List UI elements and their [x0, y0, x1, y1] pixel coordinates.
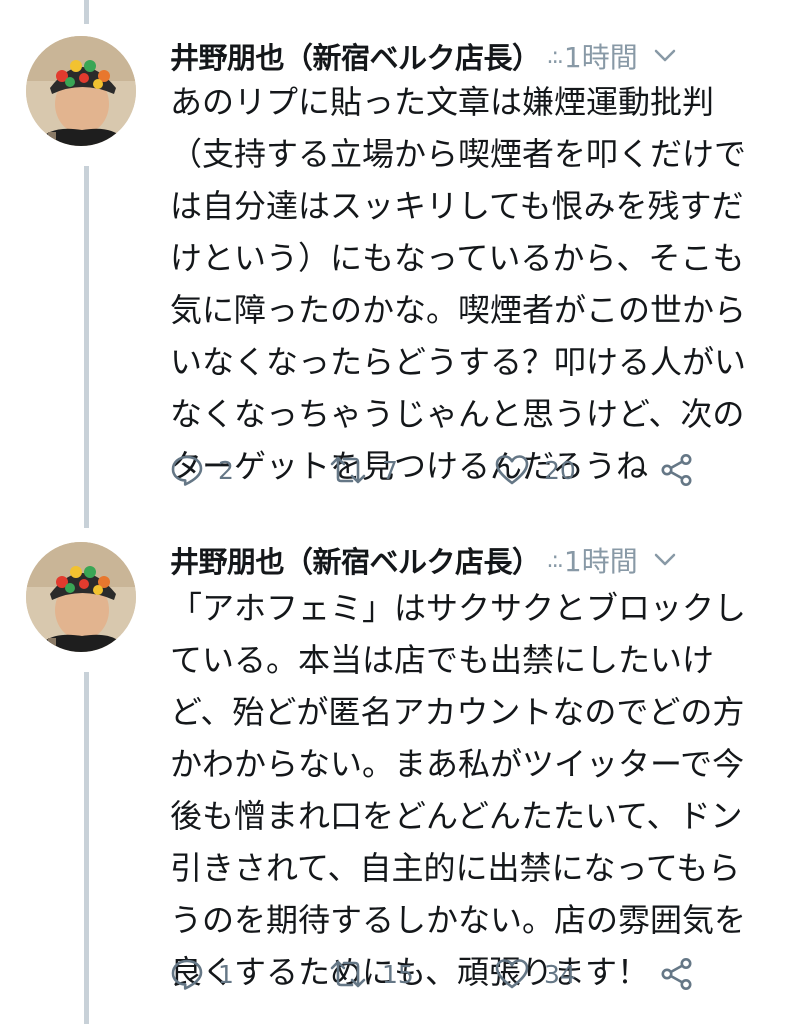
retweet-count: 15: [382, 959, 414, 989]
chevron-down-icon[interactable]: [654, 553, 676, 567]
tweet-text-line: 気に障ったのかな。喫煙者がこの世から: [170, 291, 747, 329]
meta-dots: .:.: [546, 43, 564, 69]
avatar[interactable]: [26, 542, 136, 652]
like-button[interactable]: 20: [494, 450, 576, 490]
tweet-text-line: いなくなったらどうする？叩ける人がい: [170, 343, 747, 381]
retweet-count: 7: [382, 455, 398, 485]
timestamp[interactable]: 1時間: [564, 36, 638, 76]
reply-count: 2: [218, 455, 234, 485]
reply-icon: [170, 957, 204, 991]
share-button[interactable]: [660, 954, 694, 994]
tweet-text-line: うのを期待するしかない。店の雰囲気を: [170, 901, 747, 939]
author-name[interactable]: 井野朋也（新宿ベルク店長）: [170, 35, 541, 77]
meta-dots: .:.: [546, 547, 564, 573]
like-count: 34: [544, 959, 576, 989]
share-icon: [660, 453, 694, 487]
tweet-text-line: あのリプに貼った文章は嫌煙運動批判: [170, 83, 715, 121]
tweet-text-line: けという）にもなっているから、そこも: [170, 239, 745, 277]
heart-icon: [494, 453, 530, 487]
reply-button[interactable]: 1: [170, 954, 234, 994]
tweet-1[interactable]: 井野朋也（新宿ベルク店長） .:. 1時間 あのリプに貼った文章は嫌煙運動批判 …: [0, 0, 797, 512]
tweet-header: 井野朋也（新宿ベルク店長） .:. 1時間: [170, 538, 777, 582]
tweet-text-line: ている。本当は店でも出禁にしたいけ: [170, 641, 715, 679]
tweet-text: 「アホフェミ」はサクサクとブロックし ている。本当は店でも出禁にしたいけ ど、殆…: [170, 582, 782, 998]
heart-icon: [494, 957, 530, 991]
reply-count: 1: [218, 959, 234, 989]
tweet-text-line: （支持する立場から喫煙者を叩くだけで: [170, 135, 747, 173]
tweet-header: 井野朋也（新宿ベルク店長） .:. 1時間: [170, 34, 777, 78]
retweet-button[interactable]: 15: [328, 954, 414, 994]
tweet-text-line: 後も憎まれ口をどんどんたたいて、ドン: [170, 797, 743, 835]
tweet-text: あのリプに貼った文章は嫌煙運動批判 （支持する立場から喫煙者を叩くだけで は自分…: [170, 76, 782, 492]
retweet-button[interactable]: 7: [328, 450, 398, 490]
share-button[interactable]: [660, 450, 694, 490]
reply-icon: [170, 453, 204, 487]
tweet-text-line: は自分達はスッキリしても恨みを残すだ: [170, 187, 744, 225]
retweet-icon: [328, 453, 368, 487]
author-name[interactable]: 井野朋也（新宿ベルク店長）: [170, 539, 541, 581]
tweet-text-line: ど、殆どが匿名アカウントなのでどの方: [170, 693, 745, 731]
tweet-2[interactable]: 井野朋也（新宿ベルク店長） .:. 1時間 「アホフェミ」はサクサクとブロックし…: [0, 512, 797, 1024]
tweet-text-line: 「アホフェミ」はサクサクとブロックし: [170, 589, 747, 627]
action-bar: 1 15 34: [170, 954, 730, 994]
action-bar: 2 7 20: [170, 450, 730, 490]
like-button[interactable]: 34: [494, 954, 576, 994]
reply-button[interactable]: 2: [170, 450, 234, 490]
timestamp[interactable]: 1時間: [564, 540, 638, 580]
tweet-text-line: 引きされて、自主的に出禁になってもら: [170, 849, 741, 887]
tweet-text-line: なくなっちゃうじゃんと思うけど、次の: [170, 395, 745, 433]
avatar[interactable]: [26, 36, 136, 146]
like-count: 20: [544, 455, 576, 485]
chevron-down-icon[interactable]: [654, 49, 676, 63]
retweet-icon: [328, 957, 368, 991]
share-icon: [660, 957, 694, 991]
tweet-text-line: かわからない。まあ私がツイッターで今: [170, 745, 745, 783]
